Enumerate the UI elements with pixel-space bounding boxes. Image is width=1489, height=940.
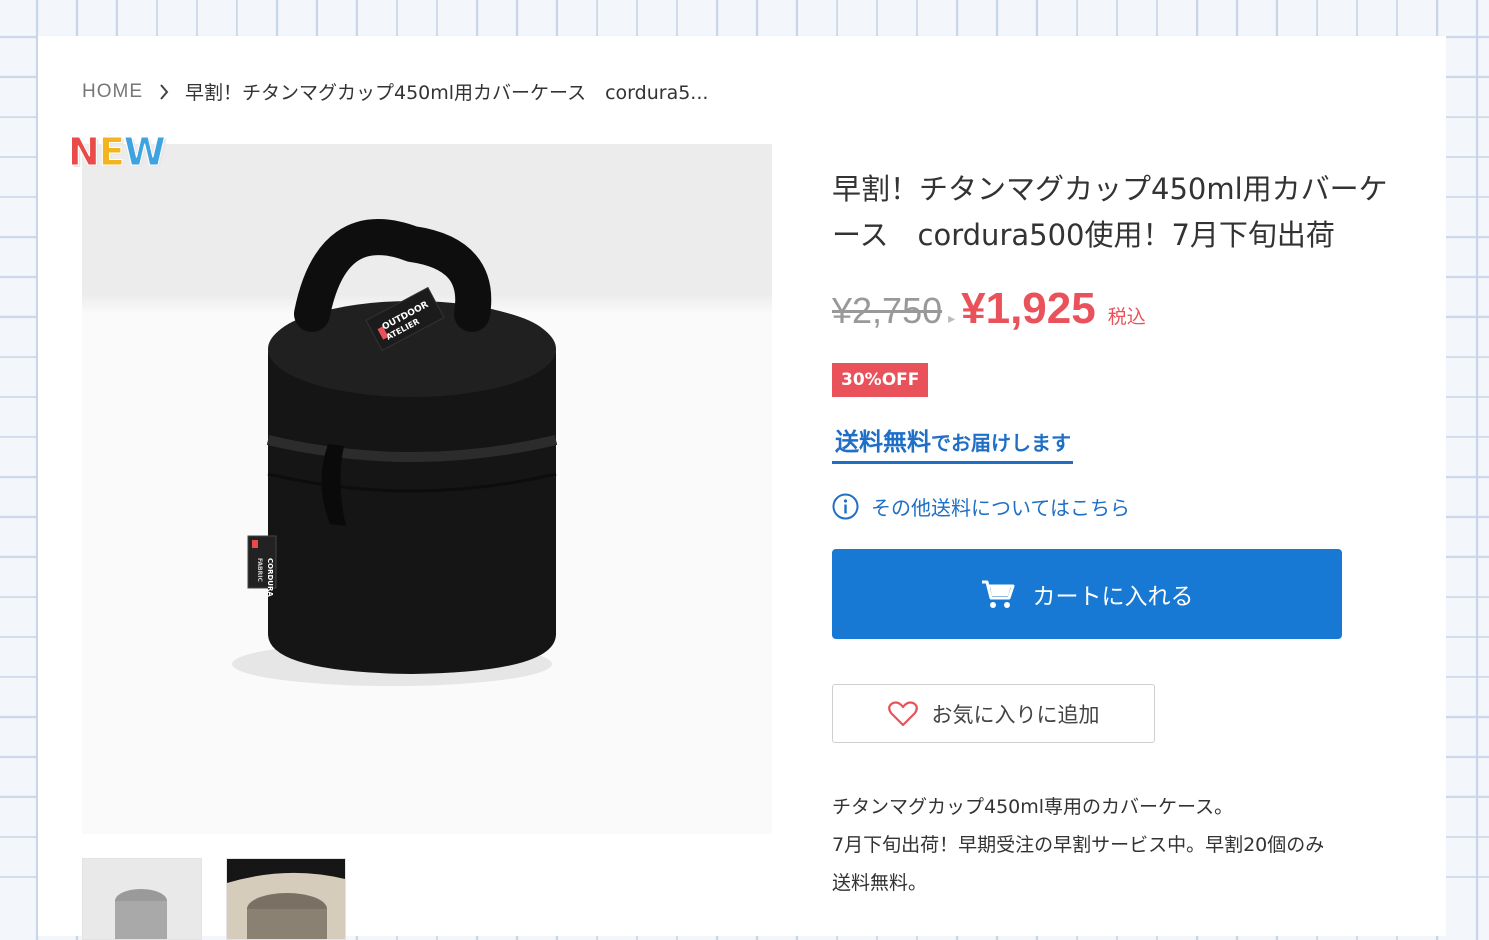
add-to-cart-label: カートに入れる [1032, 584, 1194, 610]
description-line: 7月下旬出荷！早期受注の早割サービス中。早割20個のみ [832, 834, 1325, 856]
new-badge-letter: W [123, 130, 166, 175]
product-main-image[interactable]: OUTDOOR ATELIER CORDURA FABRIC [82, 144, 772, 834]
price-row: ¥2,750 ▸ ¥1,925 税込 [832, 284, 1146, 334]
chevron-right-icon [159, 82, 173, 102]
breadcrumb: HOME 早割！チタンマグカップ450ml用カバーケース cordura5... [82, 78, 708, 105]
product-card: HOME 早割！チタンマグカップ450ml用カバーケース cordura5...… [38, 36, 1446, 940]
thumbnail-1[interactable] [82, 858, 202, 940]
breadcrumb-home-link[interactable]: HOME [82, 81, 143, 103]
description-line: 送料無料。 [832, 872, 928, 894]
other-shipping-link[interactable]: その他送料についてはこちら [832, 492, 1130, 521]
breadcrumb-current: 早割！チタンマグカップ450ml用カバーケース cordura5... [185, 82, 709, 104]
new-badge-letter: N [68, 130, 101, 175]
new-badge-letter: E [98, 130, 125, 175]
original-price: ¥2,750 [832, 290, 943, 331]
sale-price: ¥1,925 [961, 284, 1096, 333]
add-to-cart-button[interactable]: カートに入れる [832, 549, 1342, 639]
product-title: 早割！チタンマグカップ450ml用カバーケース cordura500使用！7月下… [832, 172, 1388, 252]
discount-badge: 30%OFF [832, 363, 929, 397]
tax-label: 税込 [1107, 306, 1146, 328]
heart-icon [887, 700, 918, 727]
free-shipping-suffix: でお届けします [931, 431, 1071, 455]
add-to-favorites-button[interactable]: お気に入りに追加 [832, 684, 1155, 743]
description-line: チタンマグカップ450ml専用のカバーケース。 [832, 796, 1234, 818]
new-badge: NEW [68, 130, 167, 175]
add-to-favorites-label: お気に入りに追加 [931, 702, 1100, 727]
price-arrow-icon: ▸ [948, 311, 956, 327]
thumbnail-2[interactable] [226, 858, 346, 940]
image-tag-text: CORDURA [266, 558, 274, 597]
thumbnail-photo [227, 859, 345, 939]
cart-icon [981, 579, 1015, 609]
free-shipping-banner: 送料無料でお届けします [832, 422, 1073, 464]
thumbnail-photo [83, 859, 201, 939]
product-description: チタンマグカップ450ml専用のカバーケース。 7月下旬出荷！早期受注の早割サー… [832, 788, 1412, 902]
free-shipping-label: 送料無料 [835, 428, 931, 456]
image-tag-text: FABRIC [256, 558, 263, 582]
info-icon [832, 493, 859, 520]
other-shipping-label: その他送料についてはこちら [871, 496, 1130, 520]
product-photo: OUTDOORATELIERCORDURAFABRIC [232, 219, 558, 686]
thumbnail-strip [82, 858, 346, 940]
